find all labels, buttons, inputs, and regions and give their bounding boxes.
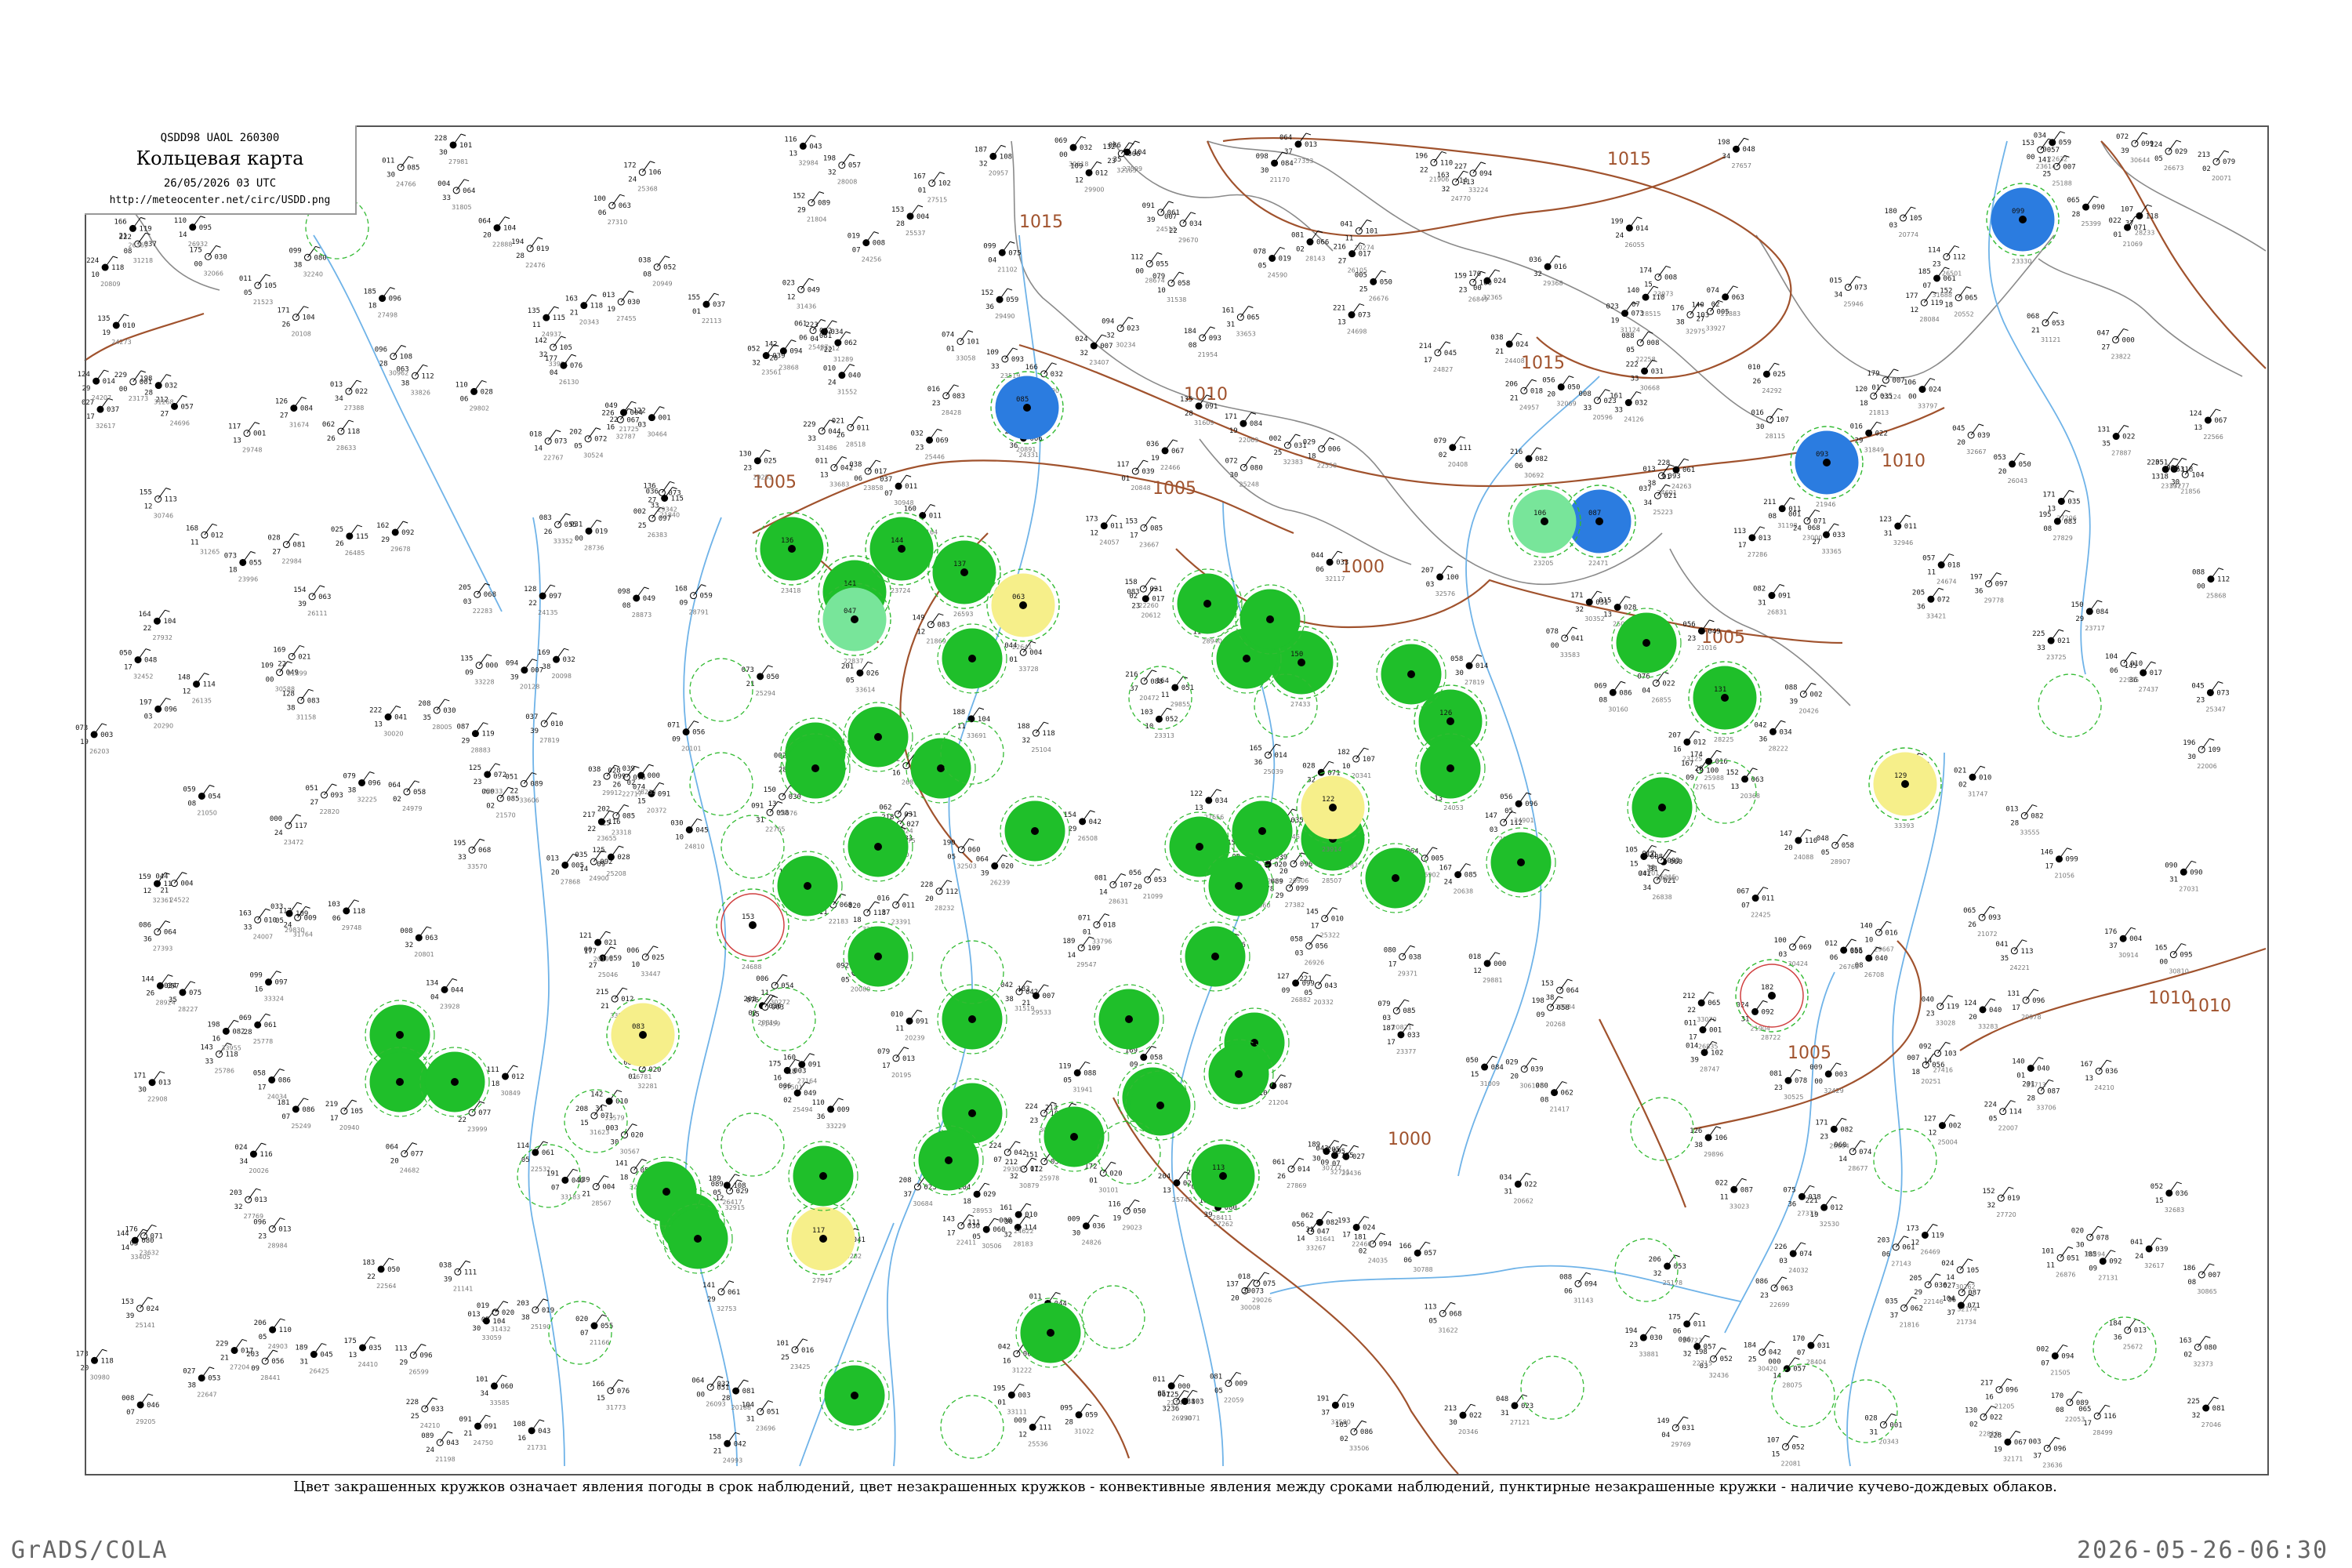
map-url[interactable]: http://meteocenter.net/circ/USDD.png [85, 194, 355, 206]
footer-timestamp: 2026-05-26-06:30 [2077, 1537, 2328, 1564]
report-code: QSDD98 UAOL 260300 [160, 132, 280, 144]
legend-caption: Цвет закрашенных кружков означает явлени… [293, 1479, 2057, 1495]
footer-credit: GrADS/COLA [11, 1537, 169, 1564]
map-date: 26/05/2026 03 UTC [163, 177, 277, 190]
map-header: QSDD98 UAOL 260300 Кольцевая карта 26/05… [85, 125, 357, 215]
map-frame [85, 125, 2269, 1475]
map-title: Кольцевая карта [136, 147, 304, 169]
